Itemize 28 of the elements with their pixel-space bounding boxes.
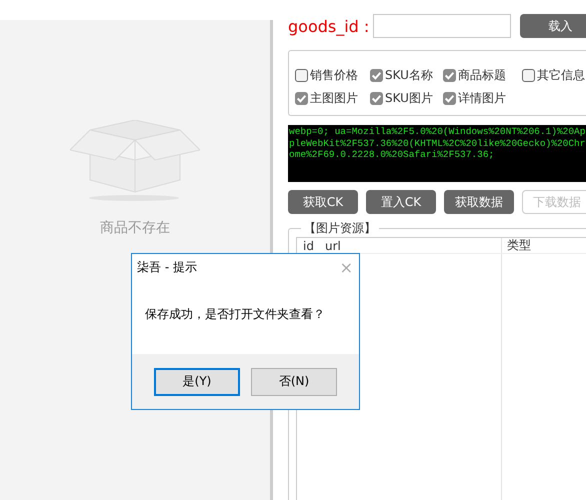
option-checkbox[interactable]: 详情图片 xyxy=(443,88,506,108)
goods-id-field[interactable] xyxy=(373,14,512,38)
dialog-button[interactable]: 是(Y) xyxy=(154,368,240,396)
action-button[interactable]: 获取数据 xyxy=(444,190,514,214)
dialog-message: 保存成功，是否打开文件夹查看？ xyxy=(145,306,325,322)
option-checkbox[interactable]: SKU名称 xyxy=(370,65,439,85)
dialog-title: 柒吾 - 提示 xyxy=(137,258,197,276)
column-header[interactable]: id xyxy=(297,238,325,252)
dialog-button[interactable]: 否(N) xyxy=(251,368,337,396)
load-button[interactable]: 载入 xyxy=(520,14,586,38)
goods-id-label: goods_id : xyxy=(288,16,370,36)
check-icon xyxy=(371,92,382,104)
option-checkbox[interactable]: 商品标题 xyxy=(443,65,518,85)
option-checkbox[interactable]: 其它信息 xyxy=(522,65,585,85)
option-checkbox[interactable]: 主图图片 xyxy=(295,88,366,108)
action-button[interactable]: 获取CK xyxy=(288,190,358,214)
check-icon xyxy=(444,70,455,80)
empty-message: 商品不存在 xyxy=(100,219,170,237)
action-button[interactable]: 置入CK xyxy=(366,190,436,214)
option-checkbox[interactable]: SKU图片 xyxy=(370,88,439,108)
group-title: 【图片资源】 xyxy=(301,220,379,237)
option-checkbox[interactable]: 销售价格 xyxy=(295,65,366,85)
column-header[interactable]: 类型 xyxy=(501,237,531,254)
check-icon xyxy=(444,92,455,104)
column-header[interactable]: url xyxy=(325,238,501,252)
cookie-text[interactable]: webp=0; ua=Mozilla%2F5.0%20(Windows%20NT%206.1)%20AppleWebKit%2F537.36%20(KHTML%2C%20like%20Gecko)%20Chrome%2F69.0.2228.0%20Safari%2F537.36; xyxy=(288,125,586,182)
check-icon xyxy=(296,92,307,104)
check-icon xyxy=(371,70,382,80)
